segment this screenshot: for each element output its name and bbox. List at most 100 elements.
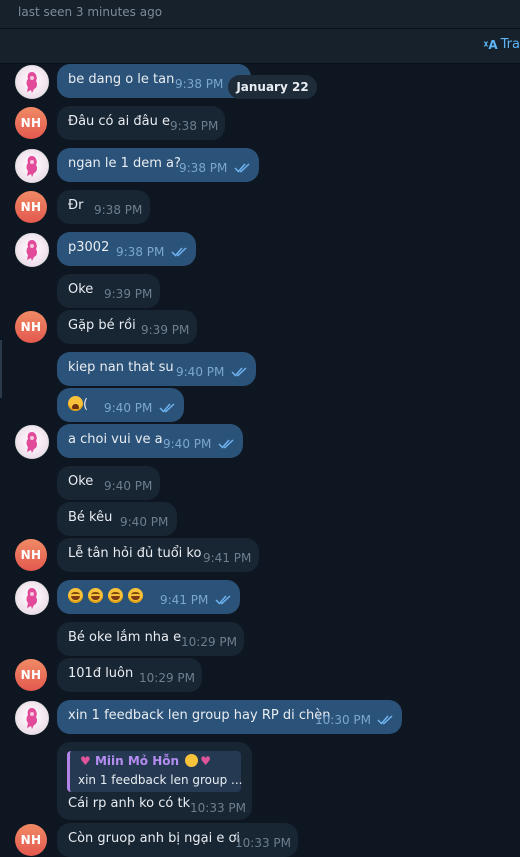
date-separator[interactable]: January 22 bbox=[228, 75, 317, 99]
message-bubble[interactable]: Oke 9:39 PM bbox=[57, 274, 160, 308]
heart-emoji-icon: ♥ bbox=[200, 754, 211, 768]
message-time: 10:29 PM bbox=[139, 671, 195, 685]
nh-avatar[interactable]: NH bbox=[15, 191, 47, 223]
avatar-initials: NH bbox=[20, 668, 42, 682]
message-bubble[interactable]: Bé kêu 9:40 PM bbox=[57, 502, 177, 536]
message-text: Cái rp anh ko có tk bbox=[68, 796, 191, 811]
message-bubble[interactable]: be dang o le tan 9:38 PM bbox=[57, 64, 251, 98]
reply-message-bubble[interactable]: ♥ Miin Mỏ Hỗn ♥ xin 1 feedback len group… bbox=[57, 742, 252, 820]
weary-face-emoji-icon bbox=[68, 396, 83, 411]
message-text: Đâu có ai đâu e bbox=[68, 114, 170, 129]
read-check-icon bbox=[231, 366, 249, 378]
message-time: 9:40 PM bbox=[120, 515, 169, 529]
message-bubble[interactable]: p3002 9:38 PM bbox=[57, 232, 196, 266]
message-text: 101đ luôn bbox=[68, 666, 134, 681]
message-text: Bé oke lắm nha e bbox=[68, 630, 182, 645]
contact-avatar[interactable] bbox=[15, 425, 49, 459]
smiling-emoji-icon bbox=[185, 754, 199, 767]
avatar-initials: NH bbox=[20, 833, 42, 847]
laughing-emoji-icon bbox=[128, 588, 143, 603]
message-time: 9:38 PM bbox=[179, 161, 228, 175]
message-text: kiep nan that su bbox=[68, 360, 174, 375]
message-text: be dang o le tan bbox=[68, 72, 175, 87]
message-time: 10:33 PM bbox=[190, 801, 246, 815]
message-text: Gặp bé rồi bbox=[68, 318, 136, 333]
contact-avatar[interactable] bbox=[15, 701, 49, 735]
message-time: 9:39 PM bbox=[104, 287, 153, 301]
message-time: 10:29 PM bbox=[181, 635, 237, 649]
contact-avatar[interactable] bbox=[15, 581, 49, 615]
message-bubble[interactable]: xin 1 feedback len group hay RP di chèn … bbox=[57, 700, 402, 734]
message-time: 9:41 PM bbox=[203, 551, 252, 565]
read-check-icon bbox=[218, 438, 236, 450]
message-bubble[interactable]: kiep nan that su 9:40 PM bbox=[57, 352, 256, 386]
avatar-initials: NH bbox=[20, 548, 42, 562]
translate-bar: ᵡA Tra bbox=[0, 29, 520, 64]
message-time: 9:39 PM bbox=[141, 323, 190, 337]
nh-avatar[interactable]: NH bbox=[15, 824, 47, 856]
message-text: Oke bbox=[68, 474, 94, 489]
quoted-message[interactable]: ♥ Miin Mỏ Hỗn ♥ xin 1 feedback len group… bbox=[67, 751, 243, 792]
message-text: a choi vui ve a bbox=[68, 432, 163, 447]
message-bubble[interactable]: a choi vui ve a 9:40 PM bbox=[57, 424, 243, 458]
nh-avatar[interactable]: NH bbox=[15, 107, 47, 139]
message-time: 9:38 PM bbox=[170, 119, 219, 133]
message-bubble[interactable]: Gặp bé rồi 9:39 PM bbox=[57, 310, 197, 344]
nh-avatar[interactable]: NH bbox=[15, 539, 47, 571]
message-bubble[interactable]: Đr 9:38 PM bbox=[57, 190, 150, 224]
message-text: ngan le 1 dem a? bbox=[68, 156, 181, 171]
message-text: ( bbox=[68, 396, 88, 412]
message-text: xin 1 feedback len group hay RP di chèn bbox=[68, 708, 331, 723]
message-bubble[interactable]: ngan le 1 dem a? 9:38 PM bbox=[57, 148, 259, 182]
message-text: Bé kêu bbox=[68, 510, 113, 525]
message-text: Oke bbox=[68, 282, 94, 297]
translate-button[interactable]: ᵡA Tra bbox=[483, 37, 520, 52]
laughing-emoji-icon bbox=[88, 588, 103, 603]
message-time: 9:38 PM bbox=[94, 203, 143, 217]
message-time: 9:38 PM bbox=[175, 77, 224, 91]
message-text bbox=[68, 588, 148, 604]
avatar-initials: NH bbox=[20, 116, 42, 130]
message-text-tail: ( bbox=[83, 397, 89, 412]
contact-avatar[interactable] bbox=[15, 149, 49, 183]
translate-label: Tra bbox=[500, 37, 520, 52]
message-time: 9:40 PM bbox=[104, 479, 153, 493]
message-text: Đr bbox=[68, 198, 84, 213]
read-check-icon bbox=[159, 402, 177, 414]
message-text: Còn gruop anh bị ngại e ơi bbox=[68, 831, 241, 846]
message-bubble[interactable]: Bé oke lắm nha e 10:29 PM bbox=[57, 622, 244, 656]
message-text: p3002 bbox=[68, 240, 110, 255]
read-check-icon bbox=[171, 246, 189, 258]
message-bubble[interactable]: 101đ luôn 10:29 PM bbox=[57, 658, 202, 692]
message-bubble[interactable]: Đâu có ai đâu e 9:38 PM bbox=[57, 106, 225, 140]
nh-avatar[interactable]: NH bbox=[15, 659, 47, 691]
message-bubble[interactable]: Oke 9:40 PM bbox=[57, 466, 160, 500]
last-seen-status: last seen 3 minutes ago bbox=[18, 5, 163, 19]
scroll-indicator bbox=[0, 340, 2, 398]
message-time: 9:38 PM bbox=[116, 245, 165, 259]
message-bubble[interactable]: Lễ tân hỏi đủ tuổi ko 9:41 PM bbox=[57, 538, 259, 572]
nh-avatar[interactable]: NH bbox=[15, 311, 47, 343]
message-time: 9:40 PM bbox=[163, 437, 212, 451]
message-bubble[interactable]: ( 9:40 PM bbox=[57, 388, 184, 422]
quoted-sender-name: Miin Mỏ Hỗn bbox=[94, 754, 180, 768]
read-check-icon bbox=[215, 594, 233, 606]
read-check-icon bbox=[377, 714, 395, 726]
message-time: 9:40 PM bbox=[176, 365, 225, 379]
message-text: Lễ tân hỏi đủ tuổi ko bbox=[68, 546, 202, 561]
message-time: 10:33 PM bbox=[235, 836, 291, 850]
message-time: 9:40 PM bbox=[104, 401, 153, 415]
chat-header: last seen 3 minutes ago bbox=[0, 0, 520, 29]
message-time: 10:30 PM bbox=[315, 713, 371, 727]
contact-avatar[interactable] bbox=[15, 233, 49, 267]
read-check-icon bbox=[234, 162, 252, 174]
heart-emoji-icon: ♥ bbox=[80, 754, 91, 768]
quoted-sender: ♥ Miin Mỏ Hỗn ♥ bbox=[80, 754, 211, 768]
translate-icon: ᵡA bbox=[483, 37, 498, 52]
contact-avatar[interactable] bbox=[15, 65, 49, 99]
message-bubble[interactable]: 9:41 PM bbox=[57, 580, 240, 614]
laughing-emoji-icon bbox=[108, 588, 123, 603]
message-time: 9:41 PM bbox=[160, 593, 209, 607]
laughing-emoji-icon bbox=[68, 588, 83, 603]
quoted-text: xin 1 feedback len group ... bbox=[78, 773, 243, 787]
